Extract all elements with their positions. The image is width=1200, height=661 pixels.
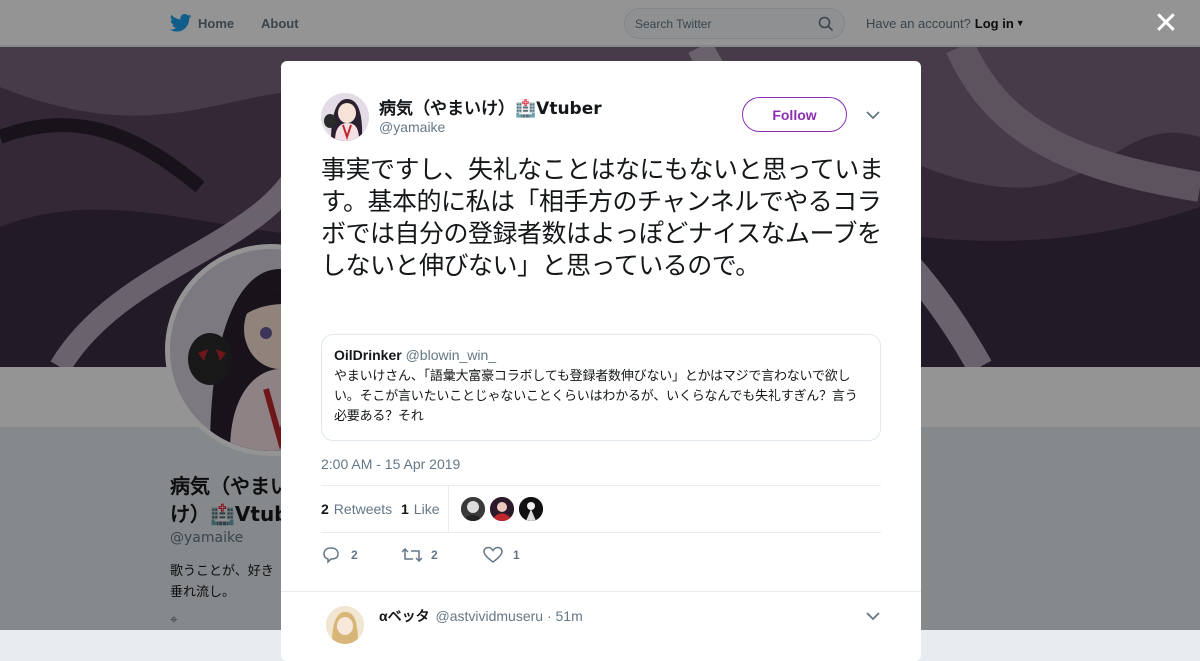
- liker-avatar-art: [519, 497, 543, 521]
- reply-author-avatar[interactable]: [326, 606, 364, 644]
- retweet-count: 2: [431, 548, 438, 562]
- liker-avatar-art: [490, 497, 514, 521]
- liker-avatar-art: [461, 497, 485, 521]
- liker-avatar[interactable]: [461, 497, 485, 521]
- reply-tweet[interactable]: αベッタ @astvividmuseru · 51m: [281, 591, 921, 661]
- tweet-author-handle[interactable]: @yamaike: [379, 119, 445, 135]
- reply-action[interactable]: 2: [321, 543, 358, 567]
- reply-count: 2: [351, 548, 358, 562]
- like-count: 1: [513, 548, 520, 562]
- reply-author-handle[interactable]: @astvividmuseru: [436, 608, 544, 624]
- reply-icon: [323, 547, 339, 564]
- likes-stat[interactable]: 1 Like: [401, 486, 439, 532]
- likes-label: Like: [413, 501, 440, 517]
- liker-avatar[interactable]: [490, 497, 514, 521]
- quoted-author-handle: @blowin_win_: [405, 347, 497, 363]
- stats-divider: [448, 486, 449, 532]
- tweet-timestamp[interactable]: 2:00 AM - 15 Apr 2019: [321, 456, 460, 472]
- reply-author-name[interactable]: αベッタ: [379, 608, 430, 624]
- chevron-down-icon[interactable]: [865, 109, 881, 121]
- tweet-modal: 病気（やまいけ）🏥Vtuber @yamaike Follow 事実ですし、失礼…: [281, 61, 921, 661]
- reply-author-avatar-art: [326, 606, 364, 644]
- tweet-actions: 2 2 1: [321, 543, 621, 567]
- tweet-author-avatar-art: [321, 93, 369, 141]
- retweet-action[interactable]: 2: [401, 543, 438, 567]
- retweet-icon: [401, 547, 423, 563]
- likes-count: 1: [401, 501, 409, 517]
- chevron-down-icon[interactable]: [865, 610, 881, 622]
- quoted-tweet-header: OilDrinker @blowin_win_: [334, 347, 868, 363]
- retweets-stat[interactable]: 2 Retweets: [321, 486, 392, 532]
- follow-button[interactable]: Follow: [742, 97, 847, 132]
- like-action[interactable]: 1: [483, 543, 520, 567]
- tweet-author-avatar[interactable]: [321, 93, 369, 141]
- reply-header: αベッタ @astvividmuseru · 51m: [379, 606, 583, 626]
- quoted-tweet[interactable]: OilDrinker @blowin_win_ やまいけさん、「語彙大富豪コラボ…: [321, 334, 881, 441]
- retweets-label: Retweets: [333, 501, 393, 517]
- quoted-tweet-text: やまいけさん、「語彙大富豪コラボしても登録者数伸びない」とかはマジで言わないで欲…: [334, 369, 858, 424]
- heart-icon: [483, 546, 503, 563]
- quoted-author-name: OilDrinker: [334, 347, 402, 363]
- tweet-text: 事実ですし、失礼なことはなにもないと思っています。基本的に私は「相手方のチャンネ…: [321, 155, 884, 280]
- retweets-count: 2: [321, 501, 329, 517]
- liker-avatar[interactable]: [519, 497, 543, 521]
- tweet-author-name[interactable]: 病気（やまいけ）🏥Vtuber: [379, 94, 602, 119]
- tweet-stats: 2 Retweets 1 Like: [321, 485, 881, 533]
- close-icon[interactable]: ✕: [1152, 9, 1180, 39]
- reply-time[interactable]: · 51m: [547, 608, 583, 624]
